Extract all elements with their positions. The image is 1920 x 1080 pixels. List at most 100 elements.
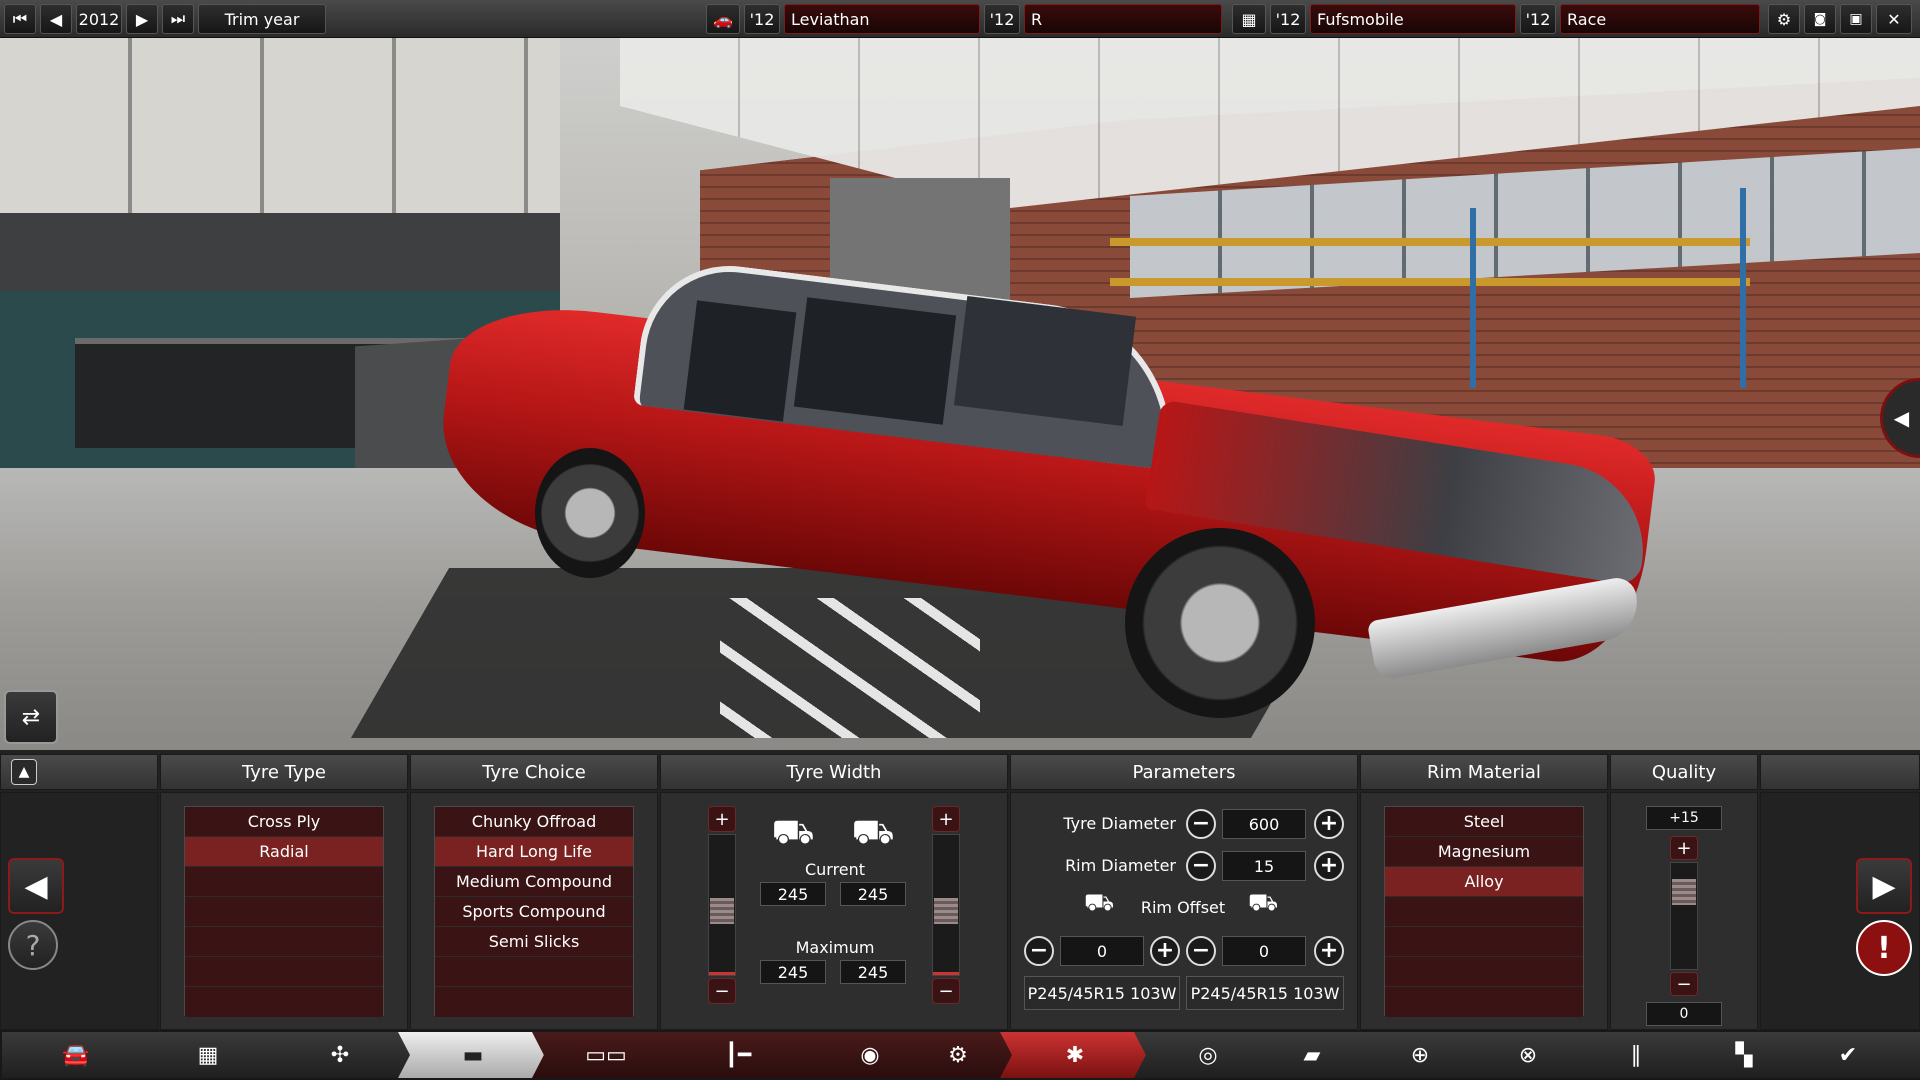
list-item-empty xyxy=(185,867,383,897)
rim-diameter-decrease-button[interactable]: − xyxy=(1186,851,1216,881)
variant-name-field[interactable]: Race xyxy=(1560,4,1760,34)
save-button[interactable]: ▣ xyxy=(1840,4,1872,34)
camera-view-button[interactable]: ⇄ xyxy=(4,690,58,744)
trim-year-button[interactable]: Trim year xyxy=(198,4,326,34)
right-header xyxy=(1760,754,1920,790)
interior-icon: ⊗ xyxy=(1518,1042,1538,1068)
plus-icon: + xyxy=(1319,811,1339,836)
car-icon: 🚘 xyxy=(62,1042,90,1068)
nav-suspension[interactable]: ✣ xyxy=(266,1032,414,1078)
quality-top-value: +15 xyxy=(1646,806,1722,830)
rear-offset-decrease-button[interactable]: − xyxy=(1186,936,1216,966)
front-width-decrease-button[interactable]: − xyxy=(708,978,736,1004)
quality-decrease-button[interactable]: − xyxy=(1670,972,1698,996)
tyre-diameter-increase-button[interactable]: + xyxy=(1314,809,1344,839)
garage-3d-viewport[interactable]: ◀ ⇄ xyxy=(0,38,1920,750)
rim-material-header: Rim Material xyxy=(1360,754,1608,790)
nav-engine-placement[interactable]: ▭▭ xyxy=(532,1032,680,1078)
engine-icon-button[interactable]: ▦ xyxy=(1232,4,1266,34)
steering-icon: ⊕ xyxy=(1410,1042,1430,1068)
tyre-choice-option-semi-slicks[interactable]: Semi Slicks xyxy=(435,927,633,957)
tyre-choice-title: Tyre Choice xyxy=(482,761,586,783)
quality-slider[interactable] xyxy=(1670,862,1698,970)
rim-material-option-steel[interactable]: Steel xyxy=(1385,807,1583,837)
settings-button[interactable]: ⚙ xyxy=(1768,4,1800,34)
shelf-post xyxy=(1740,188,1746,388)
rim-material-option-magnesium[interactable]: Magnesium xyxy=(1385,837,1583,867)
year-display: 2012 xyxy=(76,4,122,34)
close-button[interactable]: ✕ xyxy=(1876,4,1912,34)
nav-chassis[interactable]: ▦ xyxy=(134,1032,282,1078)
front-width-slider-thumb[interactable] xyxy=(710,898,734,924)
nav-car-model[interactable]: 🚘 xyxy=(2,1032,150,1078)
tyre-type-header: Tyre Type xyxy=(160,754,408,790)
tyre-width-title: Tyre Width xyxy=(786,761,882,783)
rear-width-decrease-button[interactable]: − xyxy=(932,978,960,1004)
rear-rim-offset-value[interactable]: 0 xyxy=(1222,936,1306,966)
front-rim-offset-value[interactable]: 0 xyxy=(1060,936,1144,966)
quality-increase-button[interactable]: + xyxy=(1670,836,1698,860)
quality-slider-thumb[interactable] xyxy=(1672,879,1696,905)
engine-placement-icon: ▭▭ xyxy=(585,1042,627,1068)
engine-name-field[interactable]: Fufsmobile xyxy=(1310,4,1516,34)
variant-year-badge: '12 xyxy=(1520,4,1556,34)
tyre-diameter-decrease-button[interactable]: − xyxy=(1186,809,1216,839)
nav-wheels[interactable]: ✱ xyxy=(1000,1032,1150,1078)
previous-section-button[interactable]: ◀ xyxy=(8,858,64,914)
list-item-empty xyxy=(185,957,383,987)
warnings-button[interactable]: ! xyxy=(1856,920,1912,976)
prev-year-button[interactable]: ◀ xyxy=(40,4,72,34)
top-toolbar: ⏮ ◀ 2012 ▶ ⏭ Trim year 🚗 '12 Leviathan '… xyxy=(0,0,1920,38)
maximum-width-label: Maximum xyxy=(795,938,875,957)
camera-icon: ◙ xyxy=(1813,11,1827,27)
minus-icon: − xyxy=(938,980,954,1002)
front-width-slider[interactable] xyxy=(708,834,736,976)
tyre-choice-option-hard-long-life[interactable]: Hard Long Life xyxy=(435,837,633,867)
screenshot-button[interactable]: ◙ xyxy=(1804,4,1836,34)
front-offset-increase-button[interactable]: + xyxy=(1150,936,1180,966)
front-width-increase-button[interactable]: + xyxy=(708,806,736,832)
rim-diameter-increase-button[interactable]: + xyxy=(1314,851,1344,881)
list-item-empty xyxy=(1385,957,1583,987)
nav-finish[interactable]: ✔ xyxy=(1776,1032,1920,1078)
current-width-label: Current xyxy=(804,860,866,879)
rear-width-slider-thumb[interactable] xyxy=(934,898,958,924)
plus-icon: + xyxy=(1155,938,1175,963)
rear-width-slider[interactable] xyxy=(932,834,960,976)
nav-body[interactable]: ▬ xyxy=(398,1032,548,1078)
next-section-button[interactable]: ▶ xyxy=(1856,858,1912,914)
quality-header: Quality xyxy=(1610,754,1758,790)
trim-year: '12 xyxy=(989,9,1015,29)
tyre-type-option-radial[interactable]: Radial xyxy=(185,837,383,867)
tyre-choice-option-medium-compound[interactable]: Medium Compound xyxy=(435,867,633,897)
drivetrain-icon: ┃━ xyxy=(724,1042,752,1068)
tyre-type-option-cross-ply[interactable]: Cross Ply xyxy=(185,807,383,837)
rear-offset-increase-button[interactable]: + xyxy=(1314,936,1344,966)
tyre-choice-header: Tyre Choice xyxy=(410,754,658,790)
car-window-front xyxy=(953,296,1137,426)
car-window-middle xyxy=(793,297,957,425)
front-offset-decrease-button[interactable]: − xyxy=(1024,936,1054,966)
quality-title: Quality xyxy=(1651,761,1717,783)
model-car-icon-button[interactable]: 🚗 xyxy=(706,4,740,34)
next-year-button[interactable]: ▶ xyxy=(126,4,158,34)
nav-drivetrain[interactable]: ┃━ xyxy=(664,1032,812,1078)
list-item-empty xyxy=(435,957,633,987)
model-name-field[interactable]: Leviathan xyxy=(784,4,980,34)
slider-limit-marker xyxy=(933,972,959,975)
rim-material-list: Steel Magnesium Alloy xyxy=(1384,806,1584,1017)
rim-diameter-value[interactable]: 15 xyxy=(1222,851,1306,881)
tyre-diameter-value[interactable]: 600 xyxy=(1222,809,1306,839)
rim-material-option-alloy[interactable]: Alloy xyxy=(1385,867,1583,897)
fast-forward-year-button[interactable]: ⏭ xyxy=(162,4,194,34)
collapse-panel-button[interactable]: ▲ xyxy=(11,759,37,785)
rear-width-increase-button[interactable]: + xyxy=(932,806,960,832)
help-button[interactable]: ? xyxy=(8,920,58,970)
suspension-icon: ✣ xyxy=(330,1042,350,1068)
trim-name-field[interactable]: R xyxy=(1024,4,1222,34)
rewind-year-button[interactable]: ⏮ xyxy=(4,4,36,34)
tyre-choice-option-sports-compound[interactable]: Sports Compound xyxy=(435,897,633,927)
variant-year: '12 xyxy=(1525,9,1551,29)
tyre-choice-option-chunky-offroad[interactable]: Chunky Offroad xyxy=(435,807,633,837)
minus-icon: − xyxy=(1029,938,1049,963)
